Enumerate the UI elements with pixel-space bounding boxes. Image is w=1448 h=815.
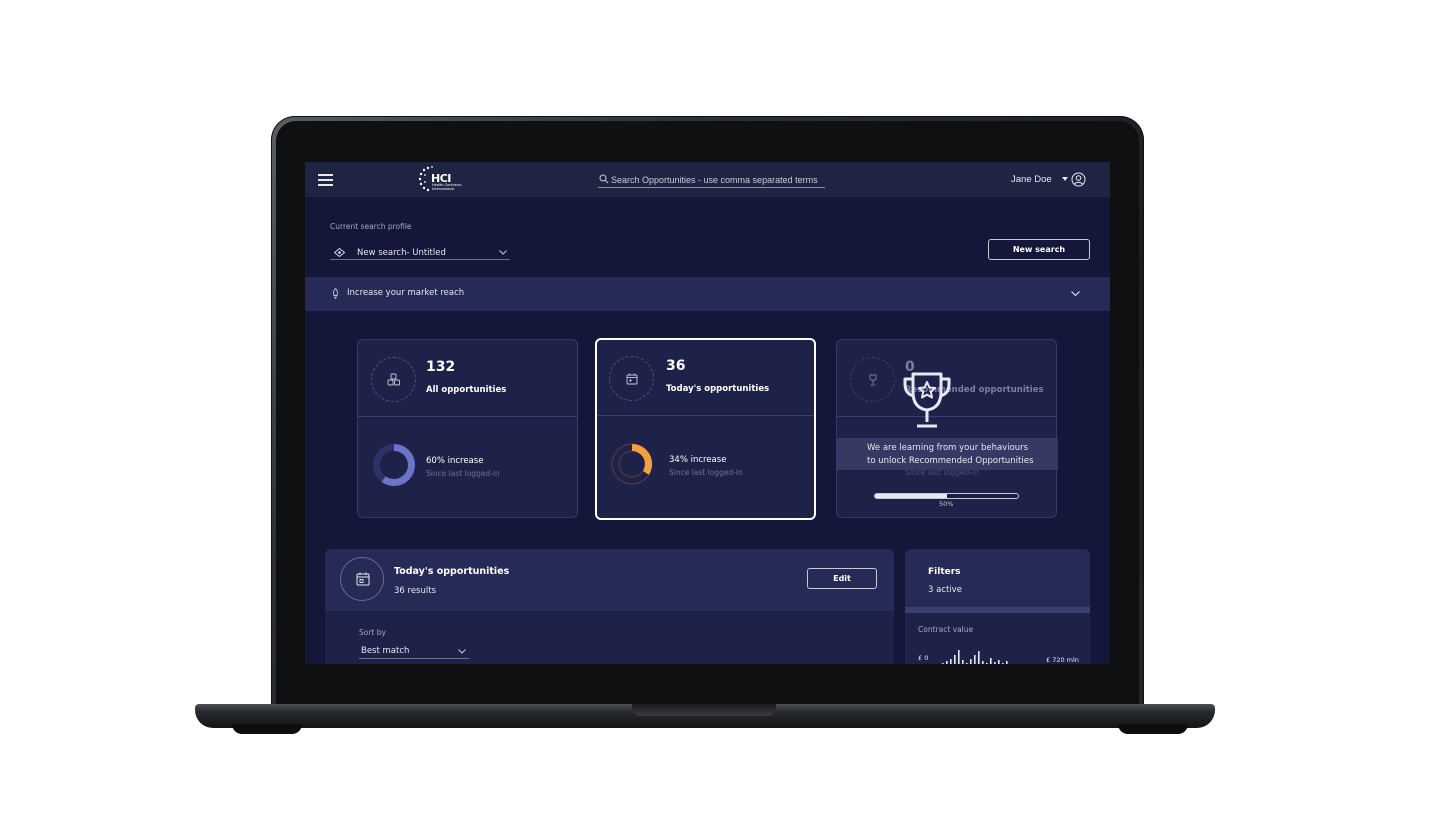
results-icon-ring	[340, 557, 384, 601]
sort-label: Sort by	[359, 628, 386, 637]
calendar-icon	[626, 373, 638, 385]
profile-label: Current search profile	[330, 222, 412, 231]
results-title: Today's opportunities	[394, 566, 510, 577]
card-since: Since last logged-in	[426, 469, 500, 478]
all-opportunities-card[interactable]: 132 All opportunities 60% increase Since…	[357, 339, 578, 518]
card-count: 132	[426, 359, 456, 375]
card-divider	[597, 415, 814, 416]
increase-donut	[373, 444, 415, 486]
edit-button[interactable]: Edit	[807, 568, 877, 589]
logo-subtext: Health Contracts International	[432, 183, 462, 191]
calendar-icon	[356, 572, 370, 586]
icon-ring	[371, 357, 416, 402]
search-icon	[599, 174, 609, 184]
contract-value-min: £ 0	[918, 654, 929, 662]
card-increase: 60% increase	[426, 456, 484, 466]
chevron-down-icon	[458, 649, 466, 654]
rocket-icon	[333, 288, 338, 299]
results-panel: Today's opportunities 36 results Edit So…	[325, 549, 894, 664]
new-search-button[interactable]: New search	[988, 239, 1090, 260]
contract-value-label: Contract value	[918, 625, 974, 634]
filters-panel: Filters 3 active Contract value £ 0 £ 72…	[905, 549, 1090, 664]
laptop-foot-left	[232, 724, 302, 734]
learning-message-line2: to unlock Recommended Opportunities	[867, 455, 1034, 466]
chevron-down-icon[interactable]	[1071, 291, 1080, 297]
card-label: All opportunities	[426, 385, 507, 395]
card-since: Since last logged-in	[669, 468, 743, 477]
app-screen: HCI Health Contracts International Jane …	[305, 162, 1110, 664]
trophy-small-icon	[869, 374, 877, 386]
learning-message: We are learning from your behaviours to …	[867, 442, 1053, 467]
card-divider	[358, 416, 577, 417]
boxes-icon	[387, 373, 400, 386]
profile-select[interactable]: New search- Untitled	[330, 245, 510, 260]
profile-icon	[334, 248, 345, 257]
trophy-icon	[903, 372, 951, 428]
search-field[interactable]	[598, 172, 825, 188]
increase-donut	[611, 443, 653, 485]
user-menu-caret-icon[interactable]	[1062, 177, 1068, 181]
market-reach-banner[interactable]: Increase your market reach	[305, 277, 1110, 311]
laptop-foot-right	[1118, 724, 1188, 734]
sort-select-value: Best match	[361, 646, 410, 656]
user-name[interactable]: Jane Doe	[1011, 174, 1052, 185]
donut-arc	[612, 444, 652, 484]
stage: HCI Health Contracts International Jane …	[0, 0, 1448, 815]
menu-icon[interactable]	[318, 174, 333, 186]
sort-select[interactable]: Best match	[359, 644, 469, 659]
learning-message-line1: We are learning from your behaviours	[867, 443, 1029, 453]
laptop-notch	[632, 704, 776, 716]
user-avatar-icon[interactable]	[1071, 172, 1086, 187]
filters-active-count: 3 active	[928, 585, 962, 595]
icon-ring	[850, 357, 895, 402]
learning-progress-label: 50%	[939, 500, 954, 508]
learning-progress-fill	[875, 494, 947, 498]
card-label: Today's opportunities	[666, 384, 770, 394]
contract-value-max: £ 720 mln	[1046, 656, 1079, 664]
market-reach-label: Increase your market reach	[347, 288, 465, 298]
learning-progress-bar	[874, 493, 1019, 499]
profile-select-value: New search- Untitled	[357, 248, 446, 258]
filters-title: Filters	[928, 567, 961, 577]
card-increase: 34% increase	[669, 455, 727, 465]
icon-ring	[609, 356, 654, 401]
contract-value-histogram[interactable]	[940, 647, 1040, 664]
card-count: 36	[666, 358, 686, 374]
results-count: 36 results	[394, 586, 436, 596]
search-input[interactable]	[611, 173, 821, 186]
top-bar: HCI Health Contracts International Jane …	[305, 162, 1110, 197]
todays-opportunities-card[interactable]: 36 Today's opportunities 34% increase Si…	[595, 338, 816, 520]
chevron-down-icon	[499, 250, 507, 255]
